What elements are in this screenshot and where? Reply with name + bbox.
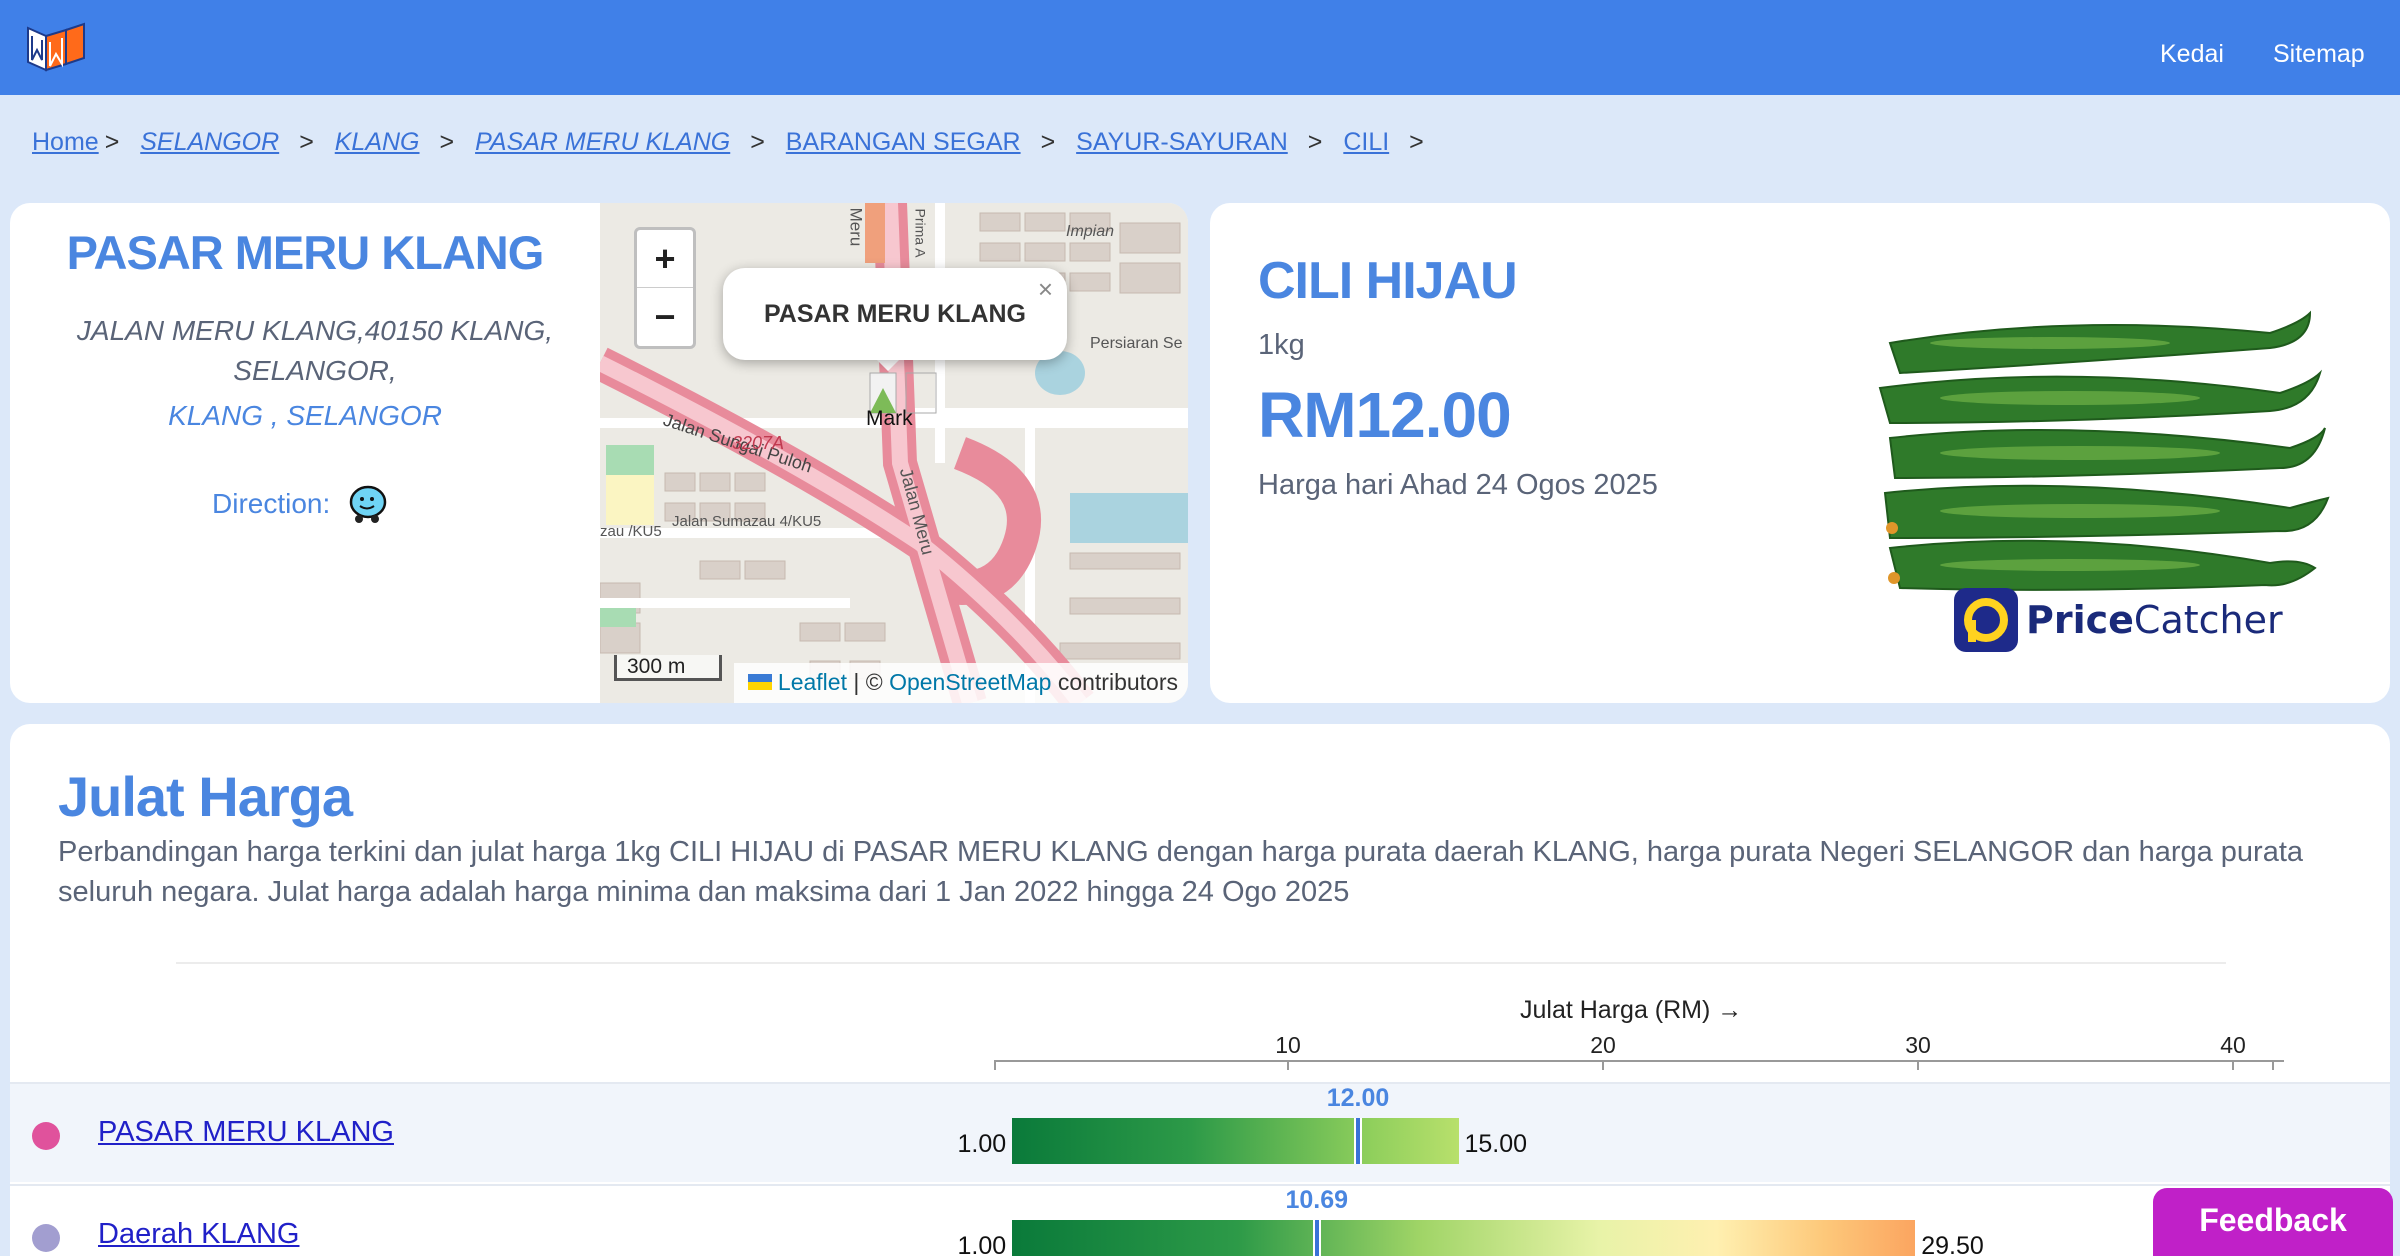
axis-title: Julat Harga (RM) → bbox=[1520, 996, 1743, 1024]
axis-tick bbox=[2232, 1060, 2234, 1070]
breadcrumb-separator: > bbox=[1409, 128, 1424, 156]
range-row: PASAR MERU KLANG 1.00 12.00 15.00 bbox=[10, 1082, 2390, 1182]
map-label: Meru bbox=[846, 207, 866, 247]
attribution-separator: | © bbox=[846, 669, 890, 695]
osm-link[interactable]: OpenStreetMap bbox=[889, 669, 1051, 695]
nav-kedai-link[interactable]: Kedai bbox=[2160, 40, 2224, 69]
map-scale: 300 m bbox=[614, 655, 722, 681]
leaflet-link[interactable]: Leaflet bbox=[778, 669, 847, 695]
feedback-button[interactable]: Feedback bbox=[2153, 1188, 2393, 1256]
breadcrumb-selangor[interactable]: SELANGOR bbox=[140, 128, 279, 156]
map-marker-label[interactable]: Mark bbox=[866, 407, 913, 431]
breadcrumb-sayur-sayuran[interactable]: SAYUR-SAYURAN bbox=[1076, 128, 1288, 156]
nav-sitemap-link[interactable]: Sitemap bbox=[2273, 40, 2365, 69]
pricecatcher-logo: PriceCatcher bbox=[1954, 588, 2283, 652]
tick-label: 10 bbox=[1275, 1032, 1301, 1058]
range-bar bbox=[1011, 1118, 1459, 1164]
series-dot bbox=[32, 1122, 60, 1150]
breadcrumb-pasar-meru-klang[interactable]: PASAR MERU KLANG bbox=[475, 128, 730, 156]
breadcrumb-cili[interactable]: CILI bbox=[1343, 128, 1389, 156]
breadcrumb-separator: > bbox=[1307, 128, 1323, 156]
divider bbox=[176, 962, 2226, 964]
zoom-control: + − bbox=[634, 227, 696, 349]
product-price: RM12.00 bbox=[1258, 379, 1512, 451]
max-label: 29.50 bbox=[1921, 1232, 1984, 1256]
breadcrumb-separator: > bbox=[299, 128, 314, 156]
popup-close-button[interactable]: × bbox=[1038, 274, 1053, 305]
row-link-pasar-meru-klang[interactable]: PASAR MERU KLANG bbox=[98, 1116, 394, 1149]
green-chili-image bbox=[1878, 310, 2330, 591]
market-address: JALAN MERU KLANG,40150 KLANG, SELANGOR, bbox=[76, 315, 554, 386]
axis-tick bbox=[994, 1060, 996, 1070]
min-label: 1.00 bbox=[957, 1130, 1007, 1158]
market-city: KLANG , SELANGOR bbox=[168, 400, 442, 431]
market-card: PASAR MERU KLANG JALAN MERU KLANG,40150 … bbox=[10, 203, 1188, 703]
site-logo-icon[interactable] bbox=[26, 20, 86, 72]
product-unit: 1kg bbox=[1258, 329, 1305, 361]
current-label: 12.00 bbox=[1326, 1084, 1390, 1112]
current-price-marker bbox=[1354, 1118, 1362, 1164]
map[interactable]: Impian Persiaran Se Jalan Sungai Puloh 3… bbox=[600, 203, 1188, 703]
current-label: 10.69 bbox=[1285, 1186, 1349, 1214]
product-name: CILI HIJAU bbox=[1258, 252, 1518, 310]
breadcrumb: Home > SELANGOR > KLANG > PASAR MERU KLANG >… bbox=[32, 128, 1438, 157]
direction-label: Direction: bbox=[212, 488, 331, 519]
map-attribution: Leaflet | © OpenStreetMap contributors bbox=[733, 663, 1188, 703]
axis-tick bbox=[1287, 1060, 1289, 1070]
pricecatcher-wordmark: PriceCatcher bbox=[2026, 598, 2283, 642]
axis-tick bbox=[1917, 1060, 1919, 1070]
breadcrumb-klang[interactable]: KLANG bbox=[335, 128, 420, 156]
popup-label: PASAR MERU KLANG bbox=[763, 299, 1027, 328]
breadcrumb-barangan-segar[interactable]: BARANGAN SEGAR bbox=[786, 128, 1021, 156]
zoom-in-button[interactable]: + bbox=[637, 230, 693, 288]
range-row: Daerah KLANG 1.00 10.69 29.50 bbox=[10, 1184, 2390, 1256]
pricecatcher-icon bbox=[1954, 588, 2018, 652]
axis-tick bbox=[2272, 1060, 2274, 1070]
brand-rest: Catcher bbox=[2133, 598, 2283, 642]
tick-label: 30 bbox=[1905, 1032, 1931, 1058]
brand-bold: Price bbox=[2026, 598, 2134, 642]
range-title: Julat Harga bbox=[58, 765, 353, 828]
ukraine-flag-icon bbox=[747, 674, 772, 690]
axis-tick bbox=[1602, 1060, 1604, 1070]
breadcrumb-separator: > bbox=[750, 128, 765, 156]
waze-icon[interactable] bbox=[346, 483, 388, 525]
zoom-out-button[interactable]: − bbox=[637, 288, 693, 346]
top-navbar: Kedai Sitemap bbox=[0, 0, 2400, 95]
attribution-tail: contributors bbox=[1051, 669, 1178, 695]
map-label: zau /KU5 bbox=[600, 523, 662, 540]
breadcrumb-separator: > bbox=[104, 128, 120, 156]
breadcrumb-home[interactable]: Home bbox=[32, 128, 99, 156]
map-label: Prima A bbox=[912, 208, 929, 258]
price-range-card: Julat Harga Perbandingan harga terkini d… bbox=[10, 724, 2390, 1256]
map-label: Jalan Sumazau 4/KU5 bbox=[672, 513, 822, 530]
max-label: 15.00 bbox=[1464, 1130, 1528, 1158]
product-card: CILI HIJAU 1kg RM12.00 Harga hari Ahad 2… bbox=[1210, 203, 2390, 703]
map-label: Persiaran Se bbox=[1090, 335, 1183, 352]
range-description: Perbandingan harga terkini dan julat har… bbox=[58, 836, 2304, 908]
range-bar bbox=[1011, 1220, 1916, 1256]
min-label: 1.00 bbox=[957, 1232, 1007, 1256]
map-popup: PASAR MERU KLANG × bbox=[723, 268, 1067, 360]
series-dot bbox=[32, 1224, 60, 1252]
map-label: Impian bbox=[1066, 223, 1115, 240]
breadcrumb-separator: > bbox=[1040, 128, 1056, 156]
breadcrumb-separator: > bbox=[439, 128, 455, 156]
x-axis bbox=[994, 1060, 2284, 1062]
current-price-marker bbox=[1312, 1220, 1321, 1256]
row-link-daerah-klang[interactable]: Daerah KLANG bbox=[98, 1218, 300, 1251]
map-label: 3207A bbox=[732, 433, 785, 453]
tick-label: 20 bbox=[1590, 1032, 1616, 1058]
direction: Direction: bbox=[212, 483, 388, 525]
market-name: PASAR MERU KLANG bbox=[66, 226, 545, 279]
product-date: Harga hari Ahad 24 Ogos 2025 bbox=[1258, 469, 1658, 501]
tick-label: 40 bbox=[2220, 1032, 2246, 1058]
